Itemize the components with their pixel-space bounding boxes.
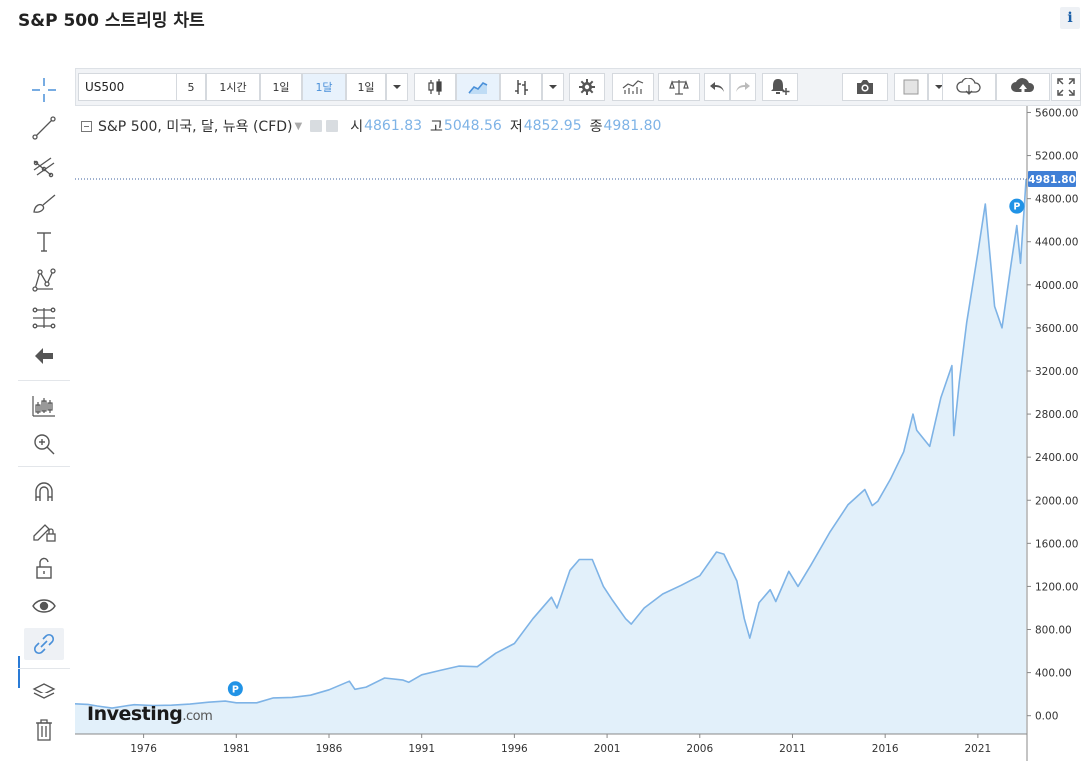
close-label: 종: [589, 119, 603, 135]
active-tool-indicator: [18, 656, 20, 688]
event-marker-label: P: [232, 684, 239, 695]
open-value: 4861.83: [364, 118, 423, 134]
interval-1d-button[interactable]: 1일: [260, 73, 302, 101]
bar-chart-icon[interactable]: [500, 73, 542, 101]
high-value: 5048.56: [443, 118, 502, 134]
measure-icon[interactable]: [24, 302, 64, 334]
x-tick-label: 1986: [316, 743, 343, 755]
symbol-input[interactable]: US500: [78, 73, 178, 101]
legend-collapse-icon[interactable]: [81, 120, 92, 132]
indicators-icon[interactable]: [612, 73, 654, 101]
x-tick-label: 1981: [223, 743, 250, 755]
tool-separator: [18, 380, 70, 381]
legend-instrument-name: S&P 500, 미국, 달, 뉴욕 (CFD): [98, 119, 293, 135]
y-tick-label: 4000.00: [1035, 280, 1078, 292]
y-tick-label: 2400.00: [1035, 452, 1078, 464]
y-tick-label: 3600.00: [1035, 323, 1078, 335]
interval-5m-button[interactable]: 5: [176, 73, 206, 101]
x-tick-label: 1996: [501, 743, 528, 755]
interval-1mo-button[interactable]: 1달: [302, 73, 346, 101]
chart-type-dropdown-icon[interactable]: [542, 73, 564, 101]
y-tick-label: 1600.00: [1035, 538, 1078, 550]
y-tick-label: 4800.00: [1035, 194, 1078, 206]
low-value: 4852.95: [523, 118, 582, 134]
camera-icon[interactable]: [842, 73, 888, 101]
legend-settings-icon[interactable]: [310, 120, 323, 132]
x-tick-label: 2006: [686, 743, 713, 755]
chart-style-icon[interactable]: [24, 390, 64, 422]
chart-canvas[interactable]: 0.00 400.00 800.00 1200.00 1600.00 2000.00 240…: [75, 106, 1081, 761]
y-tick-label: 4400.00: [1035, 237, 1078, 249]
high-label: 고: [430, 119, 443, 135]
close-value: 4981.80: [603, 118, 662, 134]
pattern-icon[interactable]: [24, 264, 64, 296]
info-icon[interactable]: i: [1060, 7, 1080, 29]
compare-icon[interactable]: [658, 73, 700, 101]
line-chart-icon[interactable]: [456, 73, 500, 101]
event-marker-label: P: [1013, 202, 1020, 213]
tool-separator: [18, 466, 70, 467]
legend-close-icon[interactable]: [326, 120, 339, 132]
tool-separator: [18, 668, 70, 669]
x-tick-label: 2021: [965, 743, 992, 755]
zoom-icon[interactable]: [24, 428, 64, 460]
alert-icon[interactable]: [762, 73, 798, 101]
y-tick-label: 0.00: [1035, 711, 1058, 723]
page: S&P 500 스트리밍 차트 i US500 5 1시간 1일 1달 1일 0…: [0, 0, 1081, 761]
x-tick-label: 1976: [130, 743, 157, 755]
low-label: 저: [509, 119, 523, 135]
left-toolbar: [18, 72, 70, 757]
link-icon[interactable]: [24, 628, 64, 660]
page-title: S&P 500 스트리밍 차트: [18, 11, 205, 31]
y-tick-label: 3200.00: [1035, 366, 1078, 378]
brush-icon[interactable]: [24, 188, 64, 220]
x-tick-label: 1991: [408, 743, 435, 755]
x-tick-label: 2016: [872, 743, 899, 755]
unlock-icon[interactable]: [24, 552, 64, 584]
x-tick-label: 2001: [594, 743, 621, 755]
price-area: [75, 179, 1027, 735]
trash-icon[interactable]: [24, 714, 64, 746]
lock-drawing-icon[interactable]: [24, 514, 64, 546]
back-arrow-icon[interactable]: [24, 340, 64, 372]
y-tick-label: 5600.00: [1035, 107, 1078, 119]
y-tick-label: 2800.00: [1035, 409, 1078, 421]
crosshair-icon[interactable]: [24, 74, 64, 106]
chart-legend: S&P 500, 미국, 달, 뉴욕 (CFD) ▼ 시 4861.83 고 504…: [81, 116, 661, 136]
open-label: 시: [350, 119, 364, 135]
fullscreen-icon[interactable]: [1051, 73, 1081, 101]
y-tick-label: 1200.00: [1035, 581, 1078, 593]
y-tick-label: 5200.00: [1035, 151, 1078, 163]
pitchfork-icon[interactable]: [24, 150, 64, 182]
legend-menu-icon[interactable]: ▼: [295, 121, 303, 132]
eye-icon[interactable]: [24, 590, 64, 622]
y-tick-label: 800.00: [1035, 625, 1072, 637]
undo-icon[interactable]: [704, 73, 730, 101]
layers-icon[interactable]: [24, 676, 64, 708]
interval-dropdown-icon[interactable]: [386, 73, 408, 101]
cloud-download-icon[interactable]: [942, 73, 996, 101]
chart-toolbar: US500 5 1시간 1일 1달 1일: [75, 68, 1081, 106]
candlestick-icon[interactable]: [414, 73, 456, 101]
color-swatch-icon[interactable]: [894, 73, 928, 101]
redo-icon[interactable]: [730, 73, 756, 101]
trend-line-icon[interactable]: [24, 112, 64, 144]
chart-area[interactable]: 0.00 400.00 800.00 1200.00 1600.00 2000.00 240…: [75, 106, 1081, 761]
x-tick-label: 2011: [779, 743, 806, 755]
y-tick-label: 2000.00: [1035, 495, 1078, 507]
last-price-label: 4981.80: [1028, 174, 1076, 186]
settings-icon[interactable]: [569, 73, 605, 101]
magnet-icon[interactable]: [24, 476, 64, 508]
cloud-upload-icon[interactable]: [996, 73, 1050, 101]
text-icon[interactable]: [24, 226, 64, 258]
y-tick-label: 400.00: [1035, 668, 1072, 680]
interval-1h-button[interactable]: 1시간: [206, 73, 260, 101]
interval-custom-button[interactable]: 1일: [346, 73, 386, 101]
